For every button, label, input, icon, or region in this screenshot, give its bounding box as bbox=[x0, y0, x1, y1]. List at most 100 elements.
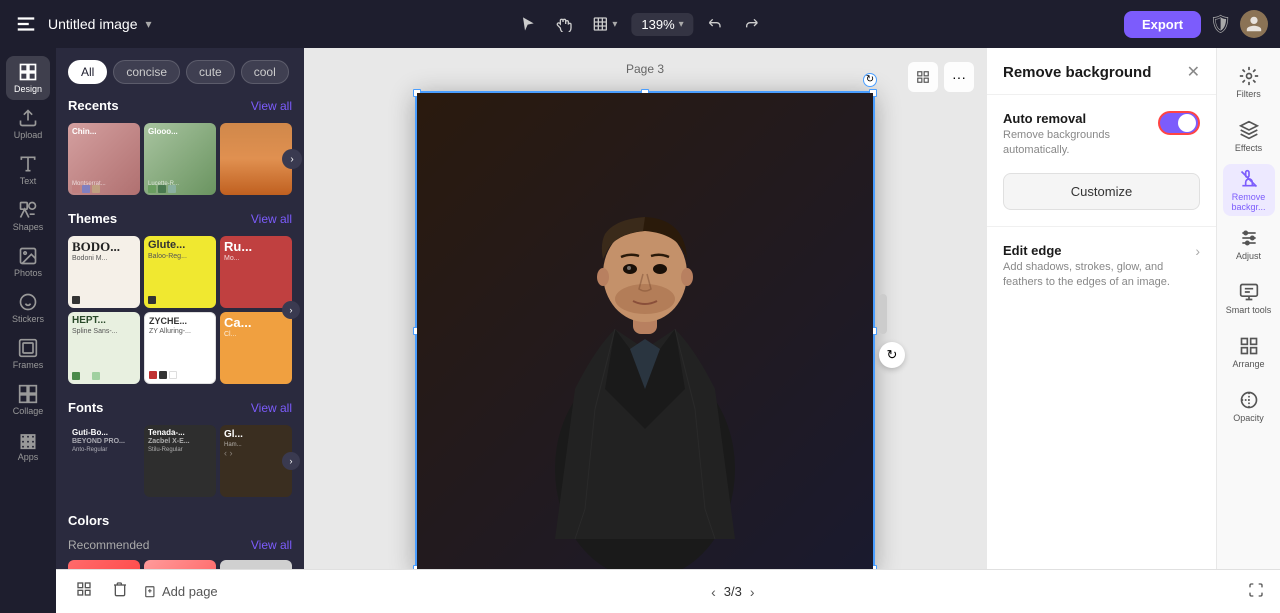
canvas-frame[interactable]: ↻ bbox=[415, 91, 875, 571]
theme-card-hept[interactable]: HEPT... Spline Sans-... bbox=[68, 312, 140, 384]
refresh-button[interactable]: ↻ bbox=[879, 342, 905, 368]
bottom-bar: Add page ‹ 3/3 › bbox=[56, 569, 1280, 613]
themes-next-arrow[interactable]: › bbox=[282, 301, 300, 319]
cursor-tool-button[interactable] bbox=[514, 12, 542, 36]
canvas-area: Page 3 ↻ bbox=[304, 48, 986, 613]
filters-icon-button[interactable]: Filters bbox=[1223, 56, 1275, 108]
recent-chin-name: Chin... bbox=[72, 127, 136, 136]
sidebar-item-upload[interactable]: Upload bbox=[6, 102, 50, 146]
filter-cute[interactable]: cute bbox=[186, 60, 235, 84]
remove-bg-icon-button[interactable]: Remove backgr... bbox=[1223, 164, 1275, 216]
recents-header: Recents View all bbox=[68, 98, 292, 113]
themes-view-all[interactable]: View all bbox=[251, 212, 292, 226]
remove-background-panel: Remove background ✕ Auto removal Remove … bbox=[986, 48, 1216, 613]
redo-button[interactable] bbox=[738, 12, 766, 36]
filter-tags: All concise cute cool ▾ bbox=[68, 60, 292, 84]
theme-card-glute[interactable]: Glute... Baloo-Reg... bbox=[144, 236, 216, 308]
sidebar-photos-label: Photos bbox=[14, 268, 42, 278]
zoom-control[interactable]: 139% ▾ bbox=[631, 13, 693, 36]
delete-button[interactable] bbox=[108, 577, 132, 606]
filter-all[interactable]: All bbox=[68, 60, 107, 84]
edit-edge-header[interactable]: Edit edge Add shadows, strokes, glow, an… bbox=[1003, 243, 1200, 291]
theme-card-ru[interactable]: Ru... Mo... bbox=[220, 236, 292, 308]
fullscreen-button[interactable] bbox=[1248, 582, 1264, 601]
font-card-guti[interactable]: Guti-Bo... BEYOND PRO... Anto-Regular bbox=[68, 425, 140, 497]
smart-tools-icon-button[interactable]: Smart tools bbox=[1223, 272, 1275, 324]
filter-concise[interactable]: concise bbox=[113, 60, 180, 84]
panel-close-button[interactable]: ✕ bbox=[1187, 62, 1200, 82]
filters-label: Filters bbox=[1236, 89, 1261, 99]
add-page-button[interactable]: Add page bbox=[144, 584, 218, 599]
auto-removal-text: Auto removal Remove backgrounds automati… bbox=[1003, 111, 1158, 159]
fonts-view-all[interactable]: View all bbox=[251, 401, 292, 415]
font-gl-name: Gl... bbox=[224, 429, 243, 440]
next-page-button[interactable]: › bbox=[750, 584, 755, 600]
sidebar-frames-label: Frames bbox=[13, 360, 44, 370]
sidebar-item-photos[interactable]: Photos bbox=[6, 240, 50, 284]
rotate-handle[interactable]: ↻ bbox=[863, 73, 877, 87]
recent-card-chin[interactable]: Chin... Montserrat... bbox=[68, 123, 140, 195]
themes-grid: BODO... Bodoni M... Glute... Baloo-Reg..… bbox=[68, 236, 292, 384]
undo-button[interactable] bbox=[702, 12, 730, 36]
sidebar-item-design[interactable]: Design bbox=[6, 56, 50, 100]
shield-icon: 🛡 bbox=[1209, 14, 1232, 35]
sidebar-item-stickers[interactable]: Stickers bbox=[6, 286, 50, 330]
grid-view-button[interactable] bbox=[72, 577, 96, 606]
colors-header: Colors bbox=[68, 513, 292, 528]
font-card-tenada[interactable]: Tenada-... Zacbel X-E... Stilu-Regular bbox=[144, 425, 216, 497]
filter-cool[interactable]: cool bbox=[241, 60, 289, 84]
sidebar-item-apps[interactable]: Apps bbox=[6, 424, 50, 468]
topbar-right: Export 🛡 bbox=[1124, 10, 1268, 38]
avatar[interactable] bbox=[1240, 10, 1268, 38]
left-sidebar: Design Upload Text Shapes Photos Sticker… bbox=[0, 48, 56, 613]
sidebar-item-collage[interactable]: Collage bbox=[6, 378, 50, 422]
export-button[interactable]: Export bbox=[1124, 11, 1201, 38]
opacity-icon-button[interactable]: Opacity bbox=[1223, 380, 1275, 432]
sidebar-text-label: Text bbox=[20, 176, 37, 186]
sidebar-item-shapes[interactable]: Shapes bbox=[6, 194, 50, 238]
hand-tool-button[interactable] bbox=[550, 12, 578, 36]
frame-tool-button[interactable]: ▾ bbox=[586, 12, 623, 36]
toggle-wrapper bbox=[1158, 111, 1200, 135]
edit-edge-chevron-icon: › bbox=[1195, 243, 1200, 259]
auto-removal-toggle[interactable] bbox=[1158, 111, 1200, 135]
main-layout: Design Upload Text Shapes Photos Sticker… bbox=[0, 0, 1280, 613]
auto-removal-header: Auto removal Remove backgrounds automati… bbox=[1003, 111, 1200, 159]
theme-card-ca[interactable]: Ca... Cl... bbox=[220, 312, 292, 384]
page-controls: ··· bbox=[908, 62, 974, 92]
sidebar-apps-label: Apps bbox=[18, 452, 39, 462]
arrange-icon-button[interactable]: Arrange bbox=[1223, 326, 1275, 378]
theme-card-zy[interactable]: ZYCHE... ZY Alluring-... bbox=[144, 312, 216, 384]
fonts-next-arrow[interactable]: › bbox=[282, 452, 300, 470]
adjust-label: Adjust bbox=[1236, 251, 1261, 261]
arrange-label: Arrange bbox=[1232, 359, 1264, 369]
prev-page-button[interactable]: ‹ bbox=[711, 584, 716, 600]
logo-icon[interactable] bbox=[12, 10, 40, 38]
recent-card-gloo[interactable]: Glooo... Lucette-R... bbox=[144, 123, 216, 195]
recents-title: Recents bbox=[68, 98, 119, 113]
effects-icon-button[interactable]: Effects bbox=[1223, 110, 1275, 162]
sidebar-item-text[interactable]: Text bbox=[6, 148, 50, 192]
themes-title: Themes bbox=[68, 211, 117, 226]
fonts-header: Fonts View all bbox=[68, 400, 292, 415]
recents-view-all[interactable]: View all bbox=[251, 99, 292, 113]
edit-edge-section: Edit edge Add shadows, strokes, glow, an… bbox=[987, 227, 1216, 307]
recents-next-arrow[interactable]: › bbox=[282, 149, 302, 169]
customize-button[interactable]: Customize bbox=[1003, 173, 1200, 210]
page-grid-button[interactable] bbox=[908, 62, 938, 92]
side-handle[interactable] bbox=[879, 294, 887, 334]
doc-name[interactable]: Untitled image bbox=[48, 16, 138, 32]
recommended-label: Recommended bbox=[68, 538, 149, 552]
doc-chevron-icon[interactable]: ▾ bbox=[146, 17, 152, 31]
page-more-button[interactable]: ··· bbox=[944, 62, 974, 92]
theme-card-bodo[interactable]: BODO... Bodoni M... bbox=[68, 236, 140, 308]
colors-view-all[interactable]: View all bbox=[251, 538, 292, 552]
sidebar-item-frames[interactable]: Frames bbox=[6, 332, 50, 376]
edit-edge-desc: Add shadows, strokes, glow, and feathers… bbox=[1003, 260, 1195, 291]
opacity-label: Opacity bbox=[1233, 413, 1264, 423]
auto-removal-section: Auto removal Remove backgrounds automati… bbox=[987, 95, 1216, 227]
topbar: Untitled image ▾ ▾ 139% ▾ Export 🛡 bbox=[0, 0, 1280, 48]
fonts-grid: Guti-Bo... BEYOND PRO... Anto-Regular Te… bbox=[68, 425, 292, 497]
adjust-icon-button[interactable]: Adjust bbox=[1223, 218, 1275, 270]
add-page-label: Add page bbox=[162, 584, 218, 599]
